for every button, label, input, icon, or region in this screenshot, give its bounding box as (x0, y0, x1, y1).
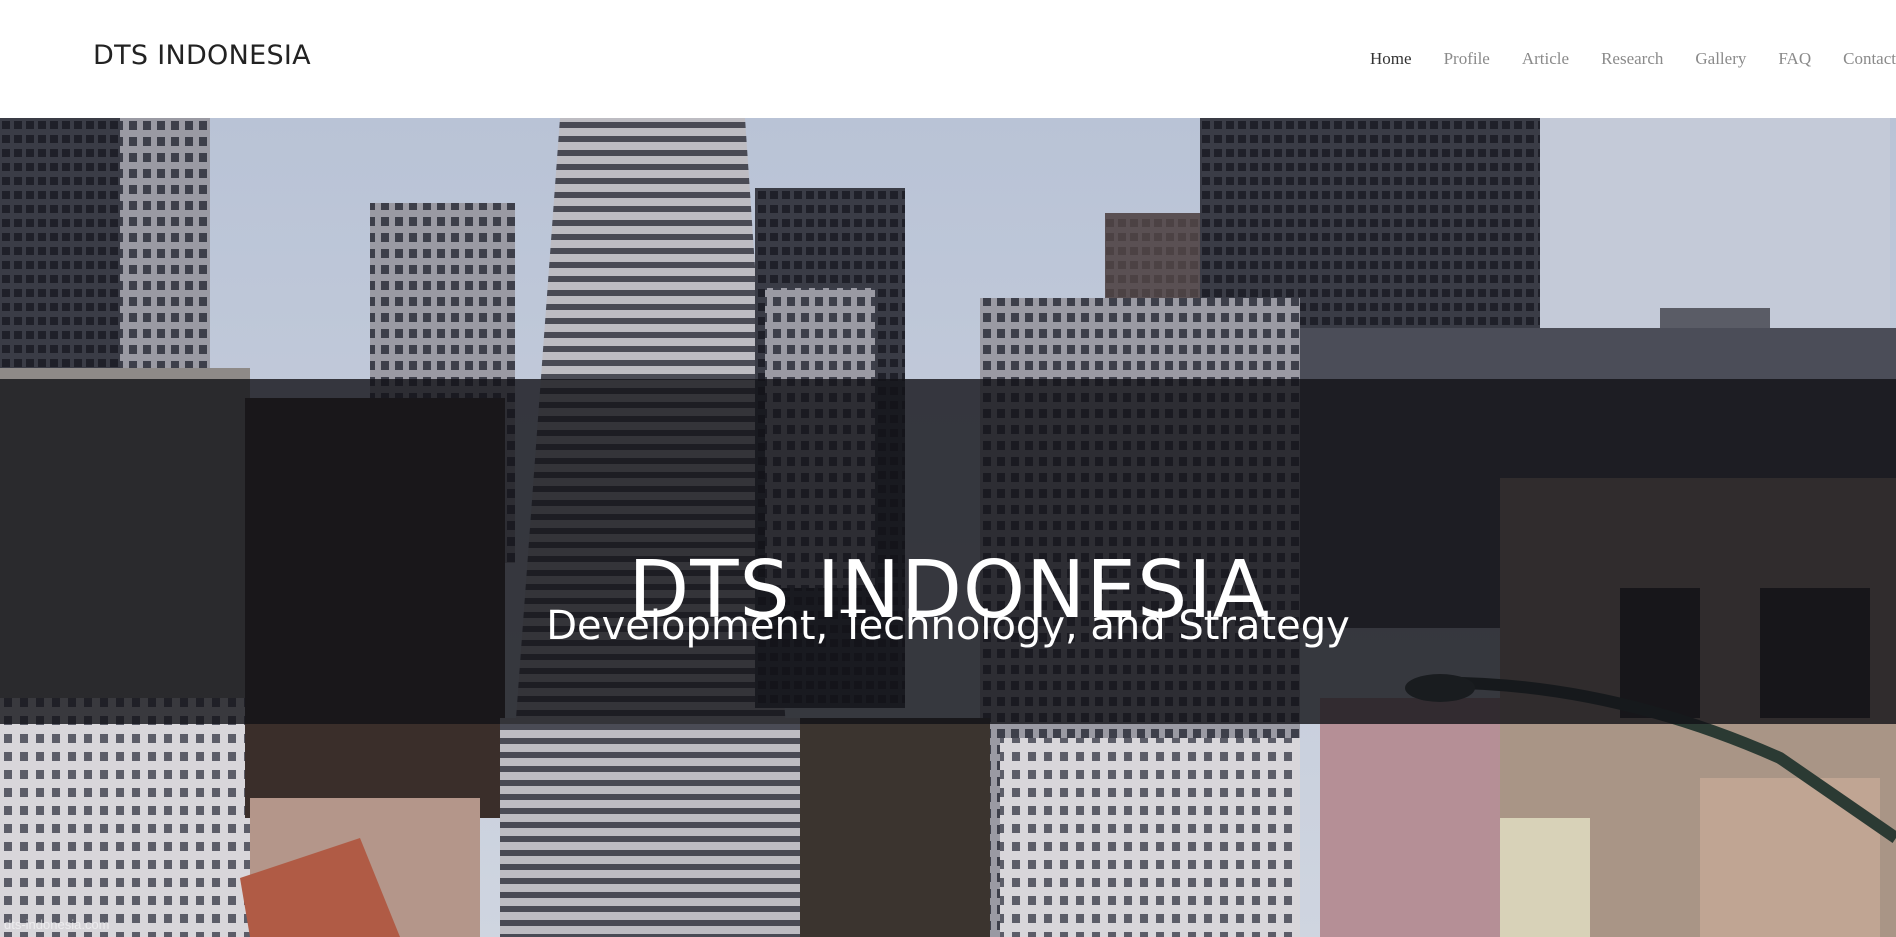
nav-faq[interactable]: FAQ (1778, 49, 1811, 69)
main-nav: Home Profile Article Research Gallery FA… (1338, 0, 1896, 118)
nav-gallery[interactable]: Gallery (1695, 49, 1746, 69)
nav-article[interactable]: Article (1522, 49, 1569, 69)
hero-section: DTS INDONESIA Development, Technology, a… (0, 118, 1896, 937)
watermark-text: dts-indonesia.com (4, 917, 110, 932)
nav-home[interactable]: Home (1370, 49, 1412, 69)
nav-contact[interactable]: Contact (1843, 49, 1896, 69)
site-header: DTS INDONESIA Home Profile Article Resea… (0, 0, 1896, 118)
hero-subtitle: Development, Technology, and Strategy (546, 603, 1350, 649)
nav-profile[interactable]: Profile (1444, 49, 1490, 69)
brand-logo-text[interactable]: DTS INDONESIA (93, 40, 311, 71)
nav-research[interactable]: Research (1601, 49, 1663, 69)
